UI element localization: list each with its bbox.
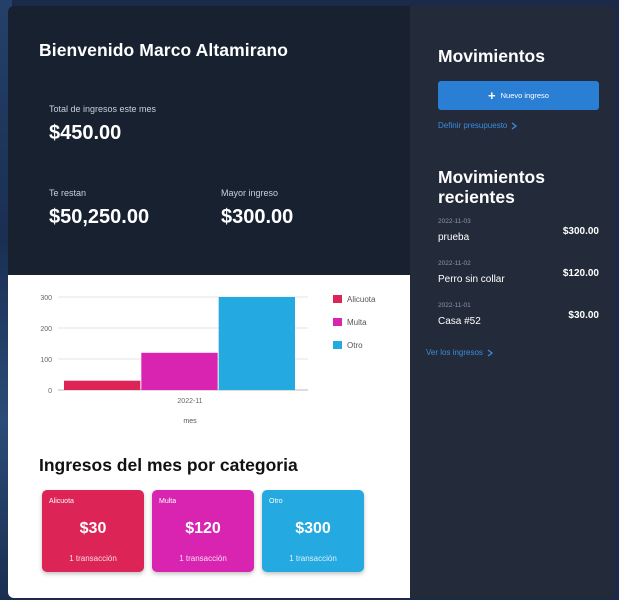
legend-label: Multa	[347, 318, 367, 327]
plus-icon: +	[488, 88, 496, 103]
x-tick-label: 2022-11	[177, 398, 202, 405]
category-card-otro[interactable]: Otro $300 1 transacción	[262, 490, 364, 572]
recent-movements-title: Movimientos recientes	[438, 167, 545, 207]
max-income-label: Mayor ingreso	[221, 188, 279, 198]
summary-header: Bienvenido Marco Altamirano Total de ing…	[8, 6, 410, 275]
movement-amount: $30.00	[568, 310, 599, 321]
chevron-right-icon	[487, 348, 493, 357]
total-income-label: Total de ingresos este mes	[49, 104, 157, 114]
remaining-label: Te restan	[49, 188, 87, 198]
bar-otro	[218, 297, 295, 390]
category-amount: $30	[79, 520, 107, 537]
y-tick-label: 100	[40, 357, 52, 364]
legend-swatch	[333, 295, 342, 303]
category-name: Otro	[269, 498, 283, 505]
chevron-right-icon	[511, 121, 518, 130]
movement-name: Perro sin collar	[438, 274, 505, 285]
main-panel: Bienvenido Marco Altamirano Total de ing…	[8, 6, 410, 598]
movement-date: 2022-11-01	[438, 302, 471, 309]
movement-date: 2022-11-02	[438, 260, 471, 267]
movement-name: Casa #52	[438, 316, 481, 327]
remaining-value: $50,250.00	[49, 206, 150, 228]
total-income-value: $450.00	[49, 122, 122, 144]
new-income-label: Nuevo ingreso	[500, 91, 549, 100]
y-tick-label: 0	[48, 388, 52, 395]
category-cards: Alicuota $30 1 transacción Multa $120 1 …	[42, 490, 364, 572]
y-tick-label: 200	[40, 326, 52, 333]
define-budget-link[interactable]: Definir presupuesto	[438, 121, 518, 130]
movements-title: Movimientos	[438, 46, 545, 66]
category-section-title: Ingresos del mes por categoria	[39, 455, 298, 475]
new-income-button[interactable]: + Nuevo ingreso	[438, 81, 599, 110]
movements-sidebar: Movimientos + Nuevo ingreso Definir pres…	[410, 6, 615, 598]
movement-name: prueba	[438, 232, 470, 243]
view-income-link[interactable]: Ver los ingresos	[426, 348, 493, 357]
movement-amount: $120.00	[562, 268, 599, 279]
dashboard: Bienvenido Marco Altamirano Total de ing…	[8, 6, 615, 598]
y-tick-label: 300	[40, 295, 52, 302]
movement-amount: $300.00	[562, 226, 599, 237]
category-name: Multa	[159, 498, 177, 505]
legend-label: Otro	[347, 341, 363, 350]
category-count: 1 transacción	[289, 554, 337, 563]
category-amount: $300	[295, 520, 331, 537]
content-area: 0 100 200 300 2022-11 mes Alicuota Multa Otro In…	[8, 275, 410, 598]
category-card-alicuota[interactable]: Alicuota $30 1 transacción	[42, 490, 144, 572]
define-budget-label: Definir presupuesto	[438, 121, 508, 130]
max-income-value: $300.00	[221, 206, 294, 228]
category-count: 1 transacción	[179, 554, 227, 563]
bar-multa	[141, 352, 218, 390]
view-income-label: Ver los ingresos	[426, 348, 483, 357]
category-amount: $120	[185, 520, 221, 537]
legend-label: Alicuota	[347, 295, 376, 304]
legend-swatch	[333, 318, 342, 326]
category-count: 1 transacción	[69, 554, 117, 563]
x-axis-label: mes	[183, 418, 197, 425]
welcome-title: Bienvenido Marco Altamirano	[39, 40, 289, 60]
movement-date: 2022-11-03	[438, 218, 471, 225]
category-name: Alicuota	[49, 498, 74, 505]
legend-swatch	[333, 341, 342, 349]
bar-alicuota	[64, 380, 141, 390]
income-bar-chart: 0 100 200 300 2022-11 mes Alicuota Multa Otro	[40, 295, 376, 425]
category-card-multa[interactable]: Multa $120 1 transacción	[152, 490, 254, 572]
